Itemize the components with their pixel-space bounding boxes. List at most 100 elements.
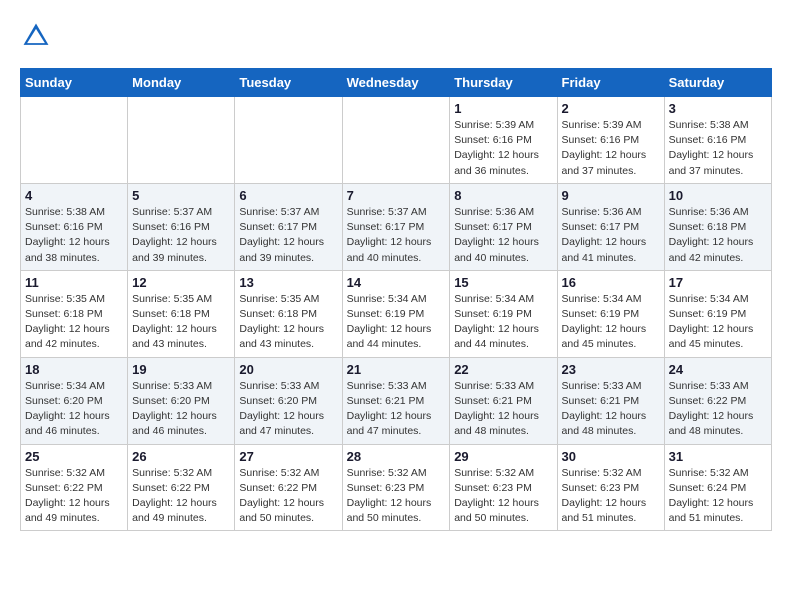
day-info: Sunrise: 5:32 AM Sunset: 6:22 PM Dayligh… xyxy=(239,466,337,527)
calendar-cell: 27 Sunrise: 5:32 AM Sunset: 6:22 PM Dayli… xyxy=(235,444,342,531)
header-thursday: Thursday xyxy=(450,69,557,97)
day-info: Sunrise: 5:34 AM Sunset: 6:19 PM Dayligh… xyxy=(347,292,446,353)
day-info: Sunrise: 5:32 AM Sunset: 6:23 PM Dayligh… xyxy=(347,466,446,527)
day-info: Sunrise: 5:32 AM Sunset: 6:24 PM Dayligh… xyxy=(669,466,767,527)
day-number: 4 xyxy=(25,188,123,203)
header-friday: Friday xyxy=(557,69,664,97)
day-info: Sunrise: 5:33 AM Sunset: 6:21 PM Dayligh… xyxy=(562,379,660,440)
calendar-cell: 24 Sunrise: 5:33 AM Sunset: 6:22 PM Dayli… xyxy=(664,357,771,444)
day-info: Sunrise: 5:33 AM Sunset: 6:21 PM Dayligh… xyxy=(347,379,446,440)
day-number: 29 xyxy=(454,449,552,464)
day-number: 5 xyxy=(132,188,230,203)
calendar-cell: 30 Sunrise: 5:32 AM Sunset: 6:23 PM Dayli… xyxy=(557,444,664,531)
day-number: 16 xyxy=(562,275,660,290)
day-info: Sunrise: 5:33 AM Sunset: 6:20 PM Dayligh… xyxy=(239,379,337,440)
calendar-cell: 22 Sunrise: 5:33 AM Sunset: 6:21 PM Dayli… xyxy=(450,357,557,444)
day-number: 19 xyxy=(132,362,230,377)
calendar-cell: 20 Sunrise: 5:33 AM Sunset: 6:20 PM Dayli… xyxy=(235,357,342,444)
calendar-cell: 2 Sunrise: 5:39 AM Sunset: 6:16 PM Daylig… xyxy=(557,97,664,184)
calendar-cell: 25 Sunrise: 5:32 AM Sunset: 6:22 PM Dayli… xyxy=(21,444,128,531)
day-number: 10 xyxy=(669,188,767,203)
day-number: 24 xyxy=(669,362,767,377)
calendar-cell: 4Sunrise: 5:38 AM Sunset: 6:16 PM Daylig… xyxy=(21,183,128,270)
day-info: Sunrise: 5:34 AM Sunset: 6:19 PM Dayligh… xyxy=(562,292,660,353)
day-info: Sunrise: 5:32 AM Sunset: 6:22 PM Dayligh… xyxy=(25,466,123,527)
day-number: 8 xyxy=(454,188,552,203)
calendar-cell: 9Sunrise: 5:36 AM Sunset: 6:17 PM Daylig… xyxy=(557,183,664,270)
week-row-4: 18 Sunrise: 5:34 AM Sunset: 6:20 PM Dayli… xyxy=(21,357,772,444)
logo xyxy=(20,20,56,52)
day-number: 7 xyxy=(347,188,446,203)
day-info: Sunrise: 5:35 AM Sunset: 6:18 PM Dayligh… xyxy=(25,292,123,353)
calendar-cell: 15Sunrise: 5:34 AM Sunset: 6:19 PM Dayli… xyxy=(450,270,557,357)
page-header xyxy=(20,20,772,52)
calendar-cell: 16 Sunrise: 5:34 AM Sunset: 6:19 PM Dayli… xyxy=(557,270,664,357)
day-info: Sunrise: 5:37 AM Sunset: 6:17 PM Dayligh… xyxy=(347,205,446,266)
calendar-cell: 1 Sunrise: 5:39 AM Sunset: 6:16 PM Daylig… xyxy=(450,97,557,184)
day-number: 18 xyxy=(25,362,123,377)
header-monday: Monday xyxy=(128,69,235,97)
calendar-cell: 29 Sunrise: 5:32 AM Sunset: 6:23 PM Dayli… xyxy=(450,444,557,531)
calendar-cell: 26 Sunrise: 5:32 AM Sunset: 6:22 PM Dayli… xyxy=(128,444,235,531)
day-number: 23 xyxy=(562,362,660,377)
calendar-cell: 28 Sunrise: 5:32 AM Sunset: 6:23 PM Dayli… xyxy=(342,444,450,531)
calendar-header-row: SundayMondayTuesdayWednesdayThursdayFrid… xyxy=(21,69,772,97)
day-number: 26 xyxy=(132,449,230,464)
calendar-cell: 12Sunrise: 5:35 AM Sunset: 6:18 PM Dayli… xyxy=(128,270,235,357)
day-number: 14 xyxy=(347,275,446,290)
day-number: 25 xyxy=(25,449,123,464)
week-row-2: 4Sunrise: 5:38 AM Sunset: 6:16 PM Daylig… xyxy=(21,183,772,270)
calendar-table: SundayMondayTuesdayWednesdayThursdayFrid… xyxy=(20,68,772,531)
day-info: Sunrise: 5:39 AM Sunset: 6:16 PM Dayligh… xyxy=(454,118,552,179)
calendar-cell: 6 Sunrise: 5:37 AM Sunset: 6:17 PM Daylig… xyxy=(235,183,342,270)
logo-icon xyxy=(20,20,52,52)
header-sunday: Sunday xyxy=(21,69,128,97)
day-info: Sunrise: 5:37 AM Sunset: 6:16 PM Dayligh… xyxy=(132,205,230,266)
day-number: 2 xyxy=(562,101,660,116)
calendar-cell: 18 Sunrise: 5:34 AM Sunset: 6:20 PM Dayli… xyxy=(21,357,128,444)
day-number: 11 xyxy=(25,275,123,290)
day-info: Sunrise: 5:34 AM Sunset: 6:19 PM Dayligh… xyxy=(669,292,767,353)
calendar-cell xyxy=(128,97,235,184)
day-info: Sunrise: 5:37 AM Sunset: 6:17 PM Dayligh… xyxy=(239,205,337,266)
day-number: 1 xyxy=(454,101,552,116)
day-number: 13 xyxy=(239,275,337,290)
calendar-cell xyxy=(235,97,342,184)
week-row-3: 11 Sunrise: 5:35 AM Sunset: 6:18 PM Dayli… xyxy=(21,270,772,357)
day-number: 27 xyxy=(239,449,337,464)
calendar-cell: 19Sunrise: 5:33 AM Sunset: 6:20 PM Dayli… xyxy=(128,357,235,444)
day-info: Sunrise: 5:36 AM Sunset: 6:17 PM Dayligh… xyxy=(562,205,660,266)
calendar-cell xyxy=(342,97,450,184)
calendar-cell: 13Sunrise: 5:35 AM Sunset: 6:18 PM Dayli… xyxy=(235,270,342,357)
day-info: Sunrise: 5:33 AM Sunset: 6:21 PM Dayligh… xyxy=(454,379,552,440)
week-row-1: 1 Sunrise: 5:39 AM Sunset: 6:16 PM Daylig… xyxy=(21,97,772,184)
calendar-cell: 23 Sunrise: 5:33 AM Sunset: 6:21 PM Dayli… xyxy=(557,357,664,444)
day-info: Sunrise: 5:38 AM Sunset: 6:16 PM Dayligh… xyxy=(669,118,767,179)
day-number: 22 xyxy=(454,362,552,377)
day-info: Sunrise: 5:32 AM Sunset: 6:22 PM Dayligh… xyxy=(132,466,230,527)
day-number: 30 xyxy=(562,449,660,464)
calendar-cell: 17Sunrise: 5:34 AM Sunset: 6:19 PM Dayli… xyxy=(664,270,771,357)
calendar-cell xyxy=(21,97,128,184)
calendar-cell: 14 Sunrise: 5:34 AM Sunset: 6:19 PM Dayli… xyxy=(342,270,450,357)
day-number: 6 xyxy=(239,188,337,203)
day-number: 21 xyxy=(347,362,446,377)
calendar-cell: 11 Sunrise: 5:35 AM Sunset: 6:18 PM Dayli… xyxy=(21,270,128,357)
calendar-cell: 5 Sunrise: 5:37 AM Sunset: 6:16 PM Daylig… xyxy=(128,183,235,270)
day-number: 28 xyxy=(347,449,446,464)
day-info: Sunrise: 5:36 AM Sunset: 6:17 PM Dayligh… xyxy=(454,205,552,266)
day-info: Sunrise: 5:34 AM Sunset: 6:20 PM Dayligh… xyxy=(25,379,123,440)
calendar-cell: 8 Sunrise: 5:36 AM Sunset: 6:17 PM Daylig… xyxy=(450,183,557,270)
day-info: Sunrise: 5:39 AM Sunset: 6:16 PM Dayligh… xyxy=(562,118,660,179)
day-info: Sunrise: 5:33 AM Sunset: 6:22 PM Dayligh… xyxy=(669,379,767,440)
day-info: Sunrise: 5:32 AM Sunset: 6:23 PM Dayligh… xyxy=(454,466,552,527)
week-row-5: 25 Sunrise: 5:32 AM Sunset: 6:22 PM Dayli… xyxy=(21,444,772,531)
calendar-cell: 21 Sunrise: 5:33 AM Sunset: 6:21 PM Dayli… xyxy=(342,357,450,444)
header-saturday: Saturday xyxy=(664,69,771,97)
calendar-cell: 10Sunrise: 5:36 AM Sunset: 6:18 PM Dayli… xyxy=(664,183,771,270)
header-tuesday: Tuesday xyxy=(235,69,342,97)
header-wednesday: Wednesday xyxy=(342,69,450,97)
calendar-cell: 31Sunrise: 5:32 AM Sunset: 6:24 PM Dayli… xyxy=(664,444,771,531)
day-number: 20 xyxy=(239,362,337,377)
day-info: Sunrise: 5:32 AM Sunset: 6:23 PM Dayligh… xyxy=(562,466,660,527)
